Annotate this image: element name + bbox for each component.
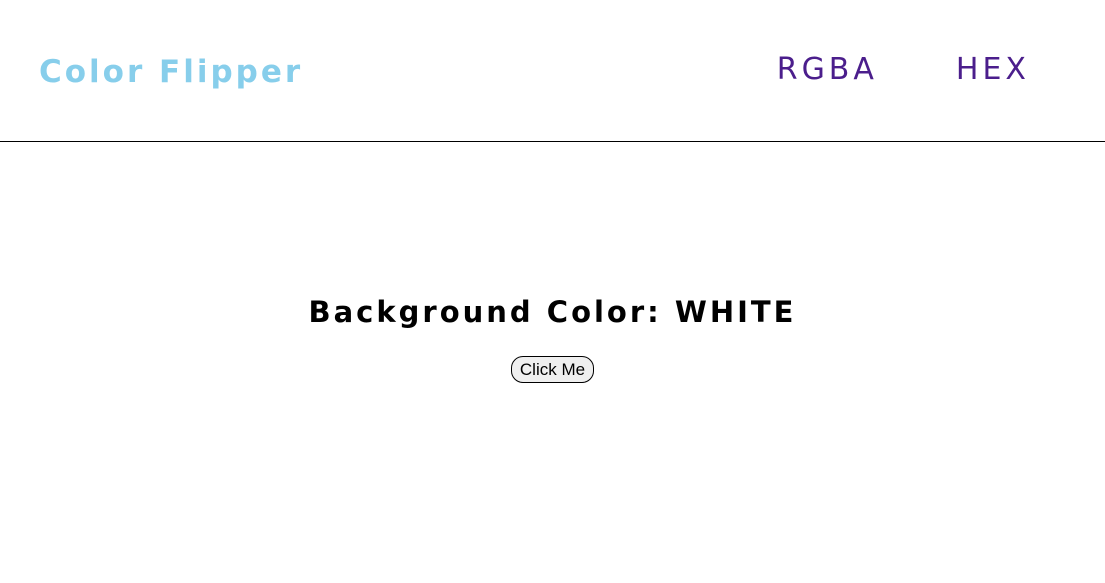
nav-item-hex: HEX <box>956 50 1030 90</box>
nav-item-rgba: RGBA <box>777 50 878 90</box>
background-color-heading: Background Color: WHITE <box>308 295 797 329</box>
button-container: Click Me <box>0 356 1105 383</box>
nav-links: RGBA HEX <box>777 50 1030 90</box>
brand-title: Color Flipper <box>39 54 304 90</box>
nav-link-hex[interactable]: HEX <box>956 52 1030 87</box>
main-content: Background Color: WHITE Click Me <box>0 142 1105 582</box>
navbar: Color Flipper RGBA HEX <box>0 0 1105 142</box>
nav-link-rgba[interactable]: RGBA <box>777 52 878 87</box>
click-me-button[interactable]: Click Me <box>510 356 595 383</box>
